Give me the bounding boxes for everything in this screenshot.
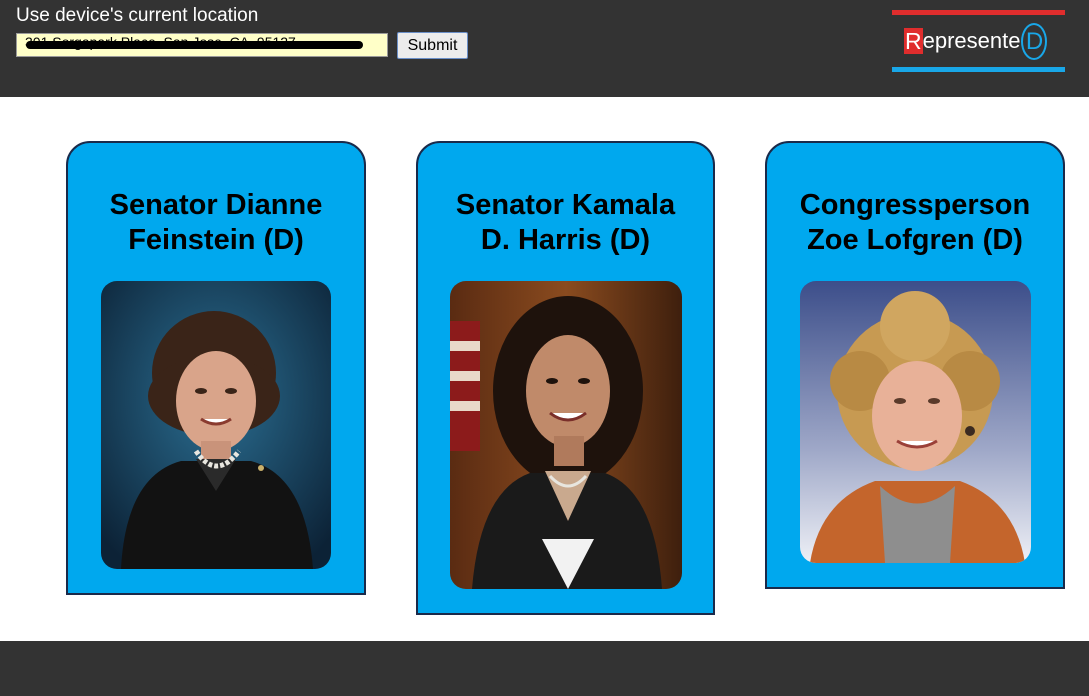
bottom-bar <box>0 641 1089 696</box>
logo-middle-text: epresente <box>922 28 1021 53</box>
representative-name: Congressperson Zoe Lofgren (D) <box>799 189 1031 256</box>
redaction-mark <box>26 41 363 49</box>
representative-card[interactable]: Senator Kamala D. Harris (D) <box>416 141 715 615</box>
logo-red-bar <box>892 10 1065 15</box>
representative-name: Senator Kamala D. Harris (D) <box>455 189 676 256</box>
representative-photo <box>101 281 331 569</box>
representative-photo <box>450 281 682 589</box>
logo-d-circle: D <box>1021 22 1048 60</box>
representative-name: Senator Dianne Feinstein (D) <box>109 189 323 256</box>
use-location-label[interactable]: Use device's current location <box>16 5 258 27</box>
representative-photo <box>800 281 1031 563</box>
representative-card[interactable]: Congressperson Zoe Lofgren (D) <box>765 141 1065 589</box>
represente-logo[interactable]: Represente D <box>892 10 1065 72</box>
logo-blue-bar <box>892 67 1065 72</box>
representative-card[interactable]: Senator Dianne Feinstein (D) <box>66 141 366 595</box>
top-bar: Use device's current location 301 Sorgap… <box>0 0 1089 97</box>
submit-button[interactable]: Submit <box>397 32 468 59</box>
logo-wordmark: Represente D <box>904 22 1048 60</box>
logo-r-box: R <box>904 28 923 54</box>
